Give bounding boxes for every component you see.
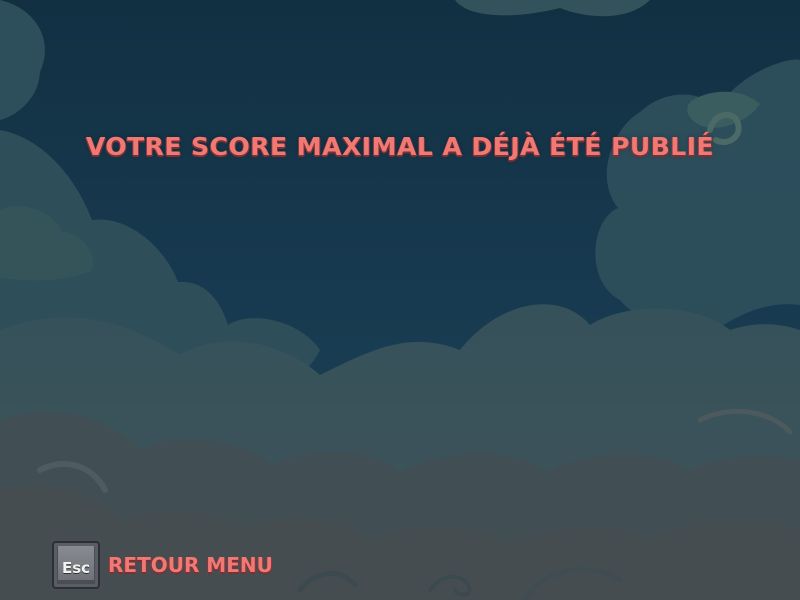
back-to-menu-label: RETOUR MENU	[108, 553, 273, 577]
cloud-background	[0, 0, 800, 600]
score-already-published-message: VOTRE SCORE MAXIMAL A DÉJÀ ÉTÉ PUBLIÉ	[85, 132, 715, 161]
esc-key-label: Esc	[61, 559, 91, 577]
esc-key-icon: Esc	[52, 541, 100, 589]
back-to-menu-button[interactable]: Esc RETOUR MENU	[52, 538, 273, 592]
game-screen: VOTRE SCORE MAXIMAL A DÉJÀ ÉTÉ PUBLIÉ Es…	[0, 0, 800, 600]
